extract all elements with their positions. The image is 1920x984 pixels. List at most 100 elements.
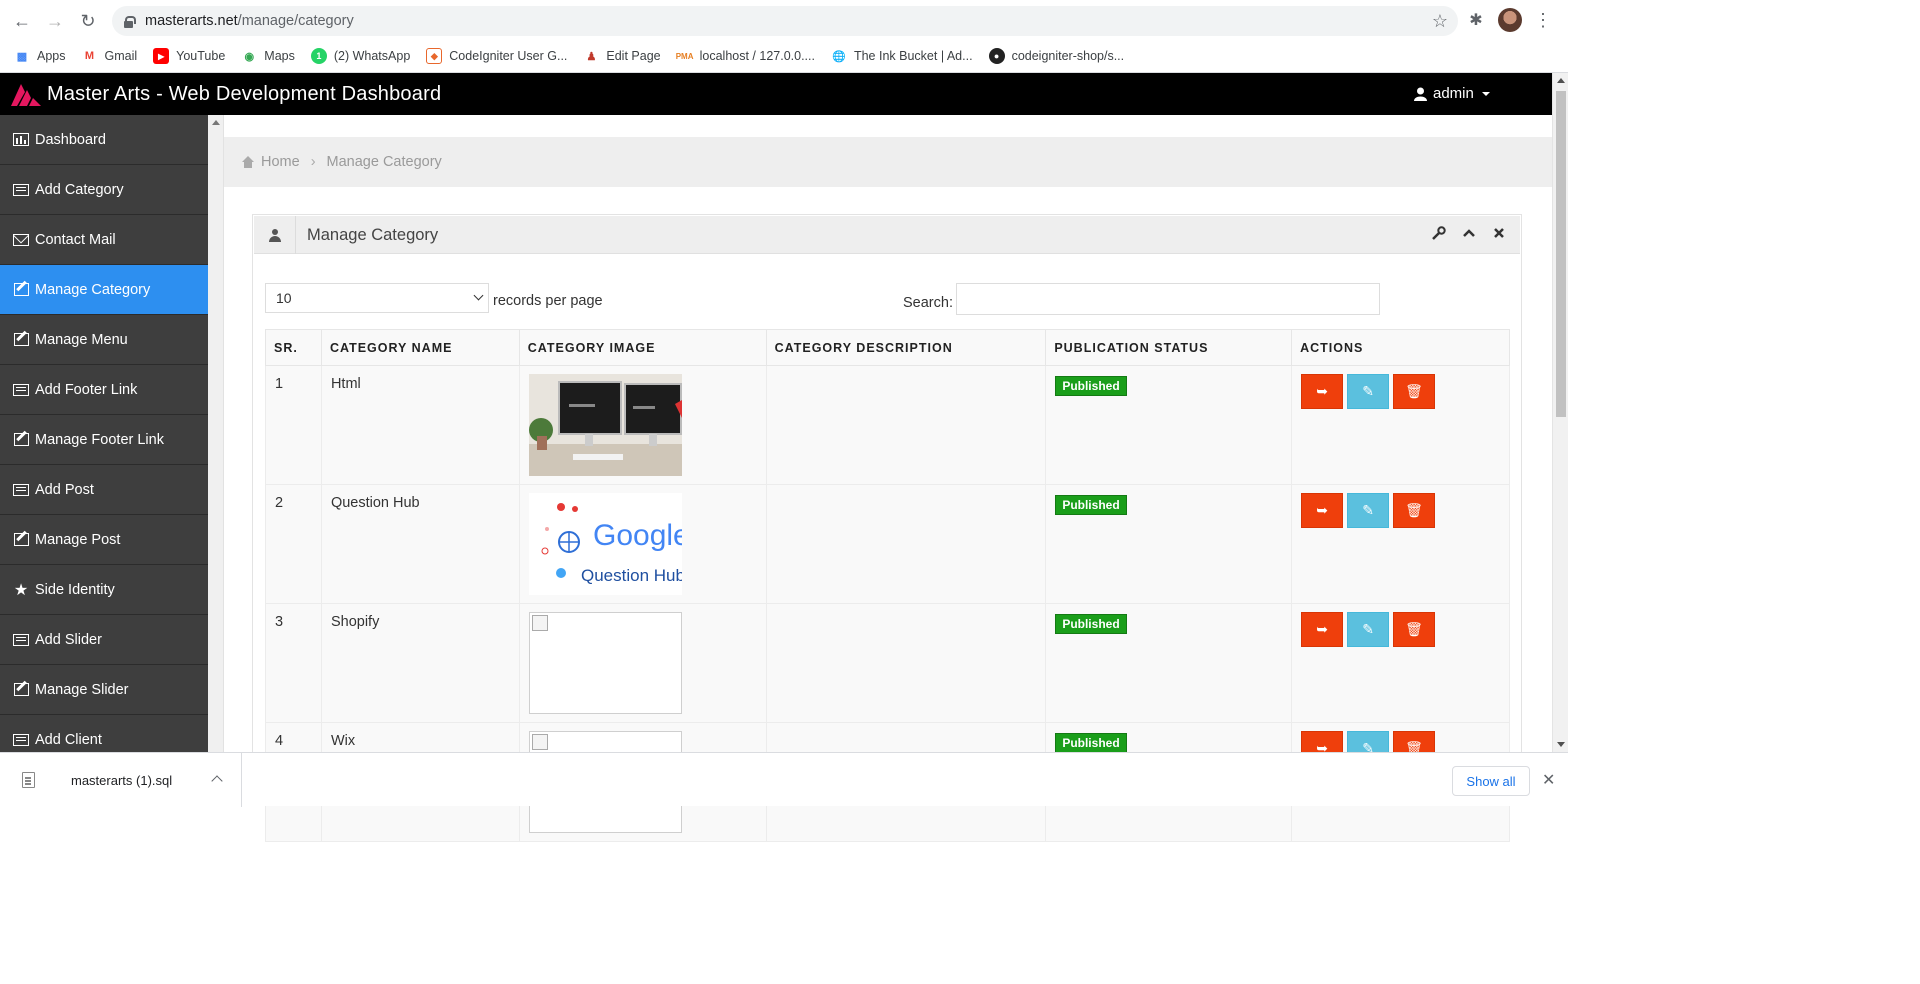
inner-scroll-strip[interactable] (208, 115, 224, 752)
cell-status: Published (1045, 603, 1293, 723)
sidebar-item-add-slider[interactable]: Add Slider (0, 615, 208, 665)
search-input[interactable] (956, 283, 1380, 315)
bookmark-codeigniter[interactable]: ◆ CodeIgniter User G... (426, 48, 567, 64)
panel-header: Manage Category (254, 216, 1520, 254)
scrollbar-thumb[interactable] (1556, 91, 1566, 417)
bookmark-youtube[interactable]: ▶ YouTube (153, 48, 225, 64)
brand-title[interactable]: Master Arts - Web Development Dashboard (47, 83, 441, 106)
table-row: 2 Question Hub Google Question Hub Publi… (265, 484, 1510, 604)
sidebar-item-label: Manage Menu (35, 331, 128, 348)
sidebar-item-add-post[interactable]: Add Post (0, 465, 208, 515)
unpublish-button[interactable]: ➥ (1301, 374, 1344, 409)
sidebar-item-add-client[interactable]: Add Client (0, 715, 208, 752)
sidebar-item-dashboard[interactable]: Dashboard (0, 115, 208, 165)
envelope-icon (12, 233, 30, 247)
edit-button[interactable]: ✎ (1347, 374, 1390, 409)
chevron-up-icon[interactable] (1462, 226, 1476, 240)
address-bar[interactable]: masterarts.net/manage/category ☆ (112, 6, 1458, 36)
extensions-icon[interactable]: ✱ (1466, 10, 1486, 30)
star-icon: ★ (13, 581, 29, 599)
col-category-description[interactable]: CATEGORY DESCRIPTION (765, 329, 1047, 366)
bookmark-edit-page[interactable]: ♟ Edit Page (583, 48, 660, 64)
cell-description (765, 365, 1047, 485)
bookmark-maps[interactable]: ◉ Maps (241, 48, 294, 64)
forward-icon[interactable]: → (44, 10, 66, 32)
edit-button[interactable]: ✎ (1347, 612, 1390, 647)
thumbs-down-icon: ➥ (1316, 502, 1328, 518)
reload-icon[interactable]: ↻ (77, 10, 99, 32)
scroll-up-icon[interactable] (1557, 78, 1565, 83)
browser-menu-icon[interactable]: ⋮ (1534, 11, 1552, 29)
bookmark-localhost[interactable]: PMA localhost / 127.0.0.... (676, 48, 815, 64)
edit-icon (12, 683, 30, 697)
cell-actions: ➥ ✎ 🗑 (1291, 484, 1510, 604)
file-icon (22, 772, 35, 788)
close-icon[interactable]: ✕ (1542, 770, 1555, 790)
breadcrumb-home[interactable]: Home (261, 154, 300, 170)
delete-button[interactable]: 🗑 (1393, 374, 1436, 409)
search-label: Search: (903, 295, 953, 311)
sidebar-item-manage-menu[interactable]: Manage Menu (0, 315, 208, 365)
sidebar-item-label: Manage Post (35, 531, 121, 548)
delete-button[interactable]: 🗑 (1393, 493, 1436, 528)
user-icon (268, 228, 281, 242)
sidebar-item-add-footer-link[interactable]: Add Footer Link (0, 365, 208, 415)
edit-button[interactable]: ✎ (1347, 493, 1390, 528)
show-all-button[interactable]: Show all (1452, 766, 1530, 796)
panel-tools (1432, 226, 1506, 240)
list-icon (12, 183, 30, 197)
thumbs-down-icon: ➥ (1316, 621, 1328, 637)
unpublish-button[interactable]: ➥ (1301, 493, 1344, 528)
sidebar-item-manage-post[interactable]: Manage Post (0, 515, 208, 565)
sidebar-item-manage-footer-link[interactable]: Manage Footer Link (0, 415, 208, 465)
edit-icon (12, 283, 30, 297)
bookmark-apps[interactable]: ▩ Apps (14, 48, 66, 64)
sidebar-item-add-category[interactable]: Add Category (0, 165, 208, 215)
back-icon[interactable]: ← (11, 10, 33, 32)
records-per-page-select[interactable]: 10 (265, 283, 489, 313)
lock-icon (124, 15, 136, 28)
sidebar-item-contact-mail[interactable]: Contact Mail (0, 215, 208, 265)
table-row: 1 Html Published ➥ ✎ 🗑 (265, 365, 1510, 485)
sidebar-item-label: Add Client (35, 731, 102, 748)
bookmarks-bar: ▩ Apps M Gmail ▶ YouTube ◉ Maps 1 (2) WhatsAp… (0, 42, 1568, 70)
bookmark-ink-bucket[interactable]: 🌐 The Ink Bucket | Ad... (831, 48, 972, 64)
wrench-icon[interactable] (1432, 226, 1446, 240)
sidebar-item-side-identity[interactable]: ★ Side Identity (0, 565, 208, 615)
download-filename[interactable]: masterarts (1).sql (71, 773, 172, 788)
bar-chart-icon (12, 133, 30, 147)
scroll-up-icon[interactable] (212, 120, 220, 125)
cell-image (518, 365, 767, 485)
sidebar-item-manage-slider[interactable]: Manage Slider (0, 665, 208, 715)
download-item[interactable]: masterarts (1).sql (0, 753, 242, 807)
cell-sr: 3 (265, 603, 322, 723)
chevron-up-icon[interactable] (211, 775, 223, 787)
page-scrollbar[interactable] (1552, 73, 1568, 752)
close-icon[interactable] (1492, 226, 1506, 240)
user-dropdown[interactable]: admin (1414, 85, 1490, 102)
bookmark-github[interactable]: ● codeigniter-shop/s... (988, 48, 1124, 64)
sidebar-item-label: Add Slider (35, 631, 102, 648)
col-category-image[interactable]: CATEGORY IMAGE (518, 329, 767, 366)
scroll-down-icon[interactable] (1557, 742, 1565, 747)
master-arts-logo (11, 84, 41, 106)
unpublish-button[interactable]: ➥ (1301, 612, 1344, 647)
edit-icon (12, 533, 30, 547)
chevron-right-icon: › (310, 154, 316, 170)
col-actions[interactable]: ACTIONS (1291, 329, 1510, 366)
breadcrumb-current: Manage Category (326, 154, 442, 170)
bookmark-star-icon[interactable]: ☆ (1432, 11, 1448, 32)
bookmark-gmail[interactable]: M Gmail (82, 48, 137, 64)
sidebar-item-manage-category[interactable]: Manage Category (0, 265, 208, 315)
url-text[interactable]: masterarts.net/manage/category (145, 13, 354, 29)
col-sr[interactable]: SR. (265, 329, 322, 366)
col-category-name[interactable]: CATEGORY NAME (320, 329, 520, 366)
delete-button[interactable]: 🗑 (1393, 612, 1436, 647)
cell-image: Google Question Hub (518, 484, 767, 604)
maps-icon: ◉ (244, 50, 255, 63)
github-icon: ● (988, 48, 1005, 64)
col-publication-status[interactable]: PUBLICATION STATUS (1045, 329, 1293, 366)
bookmark-whatsapp[interactable]: 1 (2) WhatsApp (310, 48, 410, 64)
profile-avatar[interactable] (1498, 8, 1522, 32)
list-icon (12, 483, 30, 497)
